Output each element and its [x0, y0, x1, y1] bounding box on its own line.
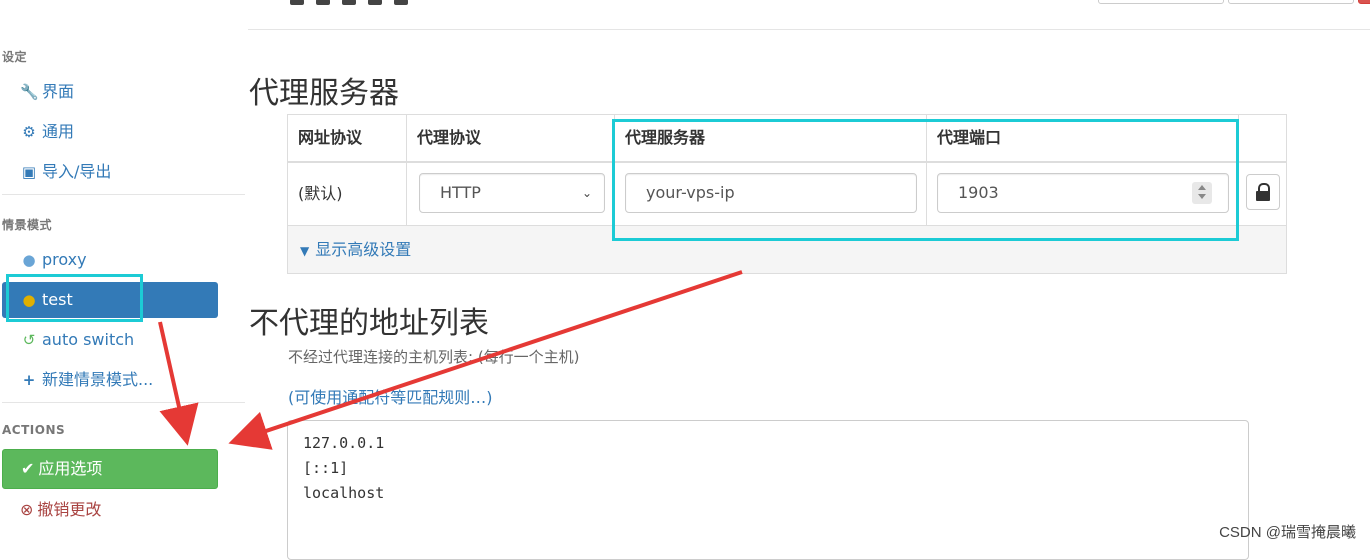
sidebar-item-label: 界面 — [42, 82, 75, 101]
sidebar-item-interface[interactable]: 🔧 界面 — [2, 74, 218, 110]
sidebar-item-label: proxy — [42, 250, 87, 269]
scheme-label: (默认) — [298, 184, 343, 203]
wrench-icon: 🔧 — [20, 83, 39, 101]
sidebar-item-label: 新建情景模式... — [42, 370, 154, 389]
floppy-icon: ▣ — [21, 163, 37, 181]
header-button-left[interactable] — [1098, 0, 1224, 4]
highlight-test-profile-box — [6, 274, 143, 322]
header-protocol: 代理协议 — [406, 115, 614, 161]
protocol-select[interactable]: HTTP ⌄ — [419, 173, 605, 213]
apply-button[interactable]: ✔ 应用选项 — [2, 449, 218, 489]
sidebar-item-label: 导入/导出 — [42, 162, 112, 181]
gear-icon: ⚙ — [22, 123, 36, 141]
chevron-down-icon: ▼ — [300, 244, 310, 258]
sidebar-item-import-export[interactable]: ▣ 导入/导出 — [2, 154, 218, 190]
globe-icon: ● — [22, 251, 36, 269]
page-title-fragment — [290, 0, 460, 6]
wildcard-rules-link[interactable]: (可使用通配符等匹配规则…) — [288, 384, 493, 408]
x-circle-icon: ⊗ — [20, 500, 34, 519]
bypass-list-textarea[interactable]: 127.0.0.1 [::1] localhost — [287, 420, 1249, 560]
settings-header: 设定 — [2, 50, 28, 64]
protocol-value: HTTP — [440, 183, 481, 202]
highlight-server-port-box — [612, 119, 1239, 241]
cell-scheme: (默认) — [288, 163, 406, 225]
bypass-help-text: 不经过代理连接的主机列表: (每行一个主机) — [288, 348, 580, 366]
sidebar-item-general[interactable]: ⚙ 通用 — [2, 114, 218, 150]
sidebar-item-label: auto switch — [42, 330, 135, 349]
bypass-list-heading: 不代理的地址列表 — [249, 306, 489, 341]
revert-button[interactable]: ⊗ 撤销更改 — [2, 492, 218, 528]
sidebar-item-proxy[interactable]: ● proxy — [2, 242, 218, 278]
chevron-down-icon: ⌄ — [581, 186, 592, 200]
proxy-servers-heading: 代理服务器 — [249, 76, 399, 111]
header-button-danger[interactable] — [1358, 0, 1370, 4]
retweet-icon: ↺ — [22, 331, 36, 349]
top-strip — [0, 0, 1370, 30]
show-advanced-label: 显示高级设置 — [315, 240, 412, 259]
check-circle-icon: ✔ — [21, 459, 35, 478]
sidebar-item-new-profile[interactable]: + 新建情景模式... — [2, 362, 218, 398]
header-actions — [1238, 115, 1286, 161]
sidebar-divider — [2, 194, 245, 195]
header-divider — [248, 29, 1370, 30]
header-button-right[interactable] — [1228, 0, 1354, 4]
profiles-header: 情景模式 — [2, 218, 53, 232]
bypass-entry: [::1] — [303, 459, 349, 477]
revert-button-label: 撤销更改 — [37, 500, 102, 519]
sidebar-item-auto-switch[interactable]: ↺ auto switch — [2, 322, 218, 358]
plus-icon: + — [22, 371, 36, 389]
watermark: CSDN @瑞雪掩晨曦 — [1219, 524, 1356, 541]
sidebar-divider — [2, 402, 245, 403]
show-advanced-link[interactable]: ▼ 显示高级设置 — [300, 226, 411, 275]
bypass-entry: 127.0.0.1 — [303, 434, 385, 452]
apply-button-label: 应用选项 — [38, 459, 103, 478]
sidebar-item-label: 通用 — [42, 122, 75, 141]
cell-protocol: HTTP ⌄ — [406, 163, 614, 225]
lock-button[interactable] — [1246, 174, 1280, 210]
bypass-entry: localhost — [303, 484, 385, 502]
header-scheme: 网址协议 — [298, 128, 363, 147]
actions-header: ACTIONS — [2, 423, 66, 437]
